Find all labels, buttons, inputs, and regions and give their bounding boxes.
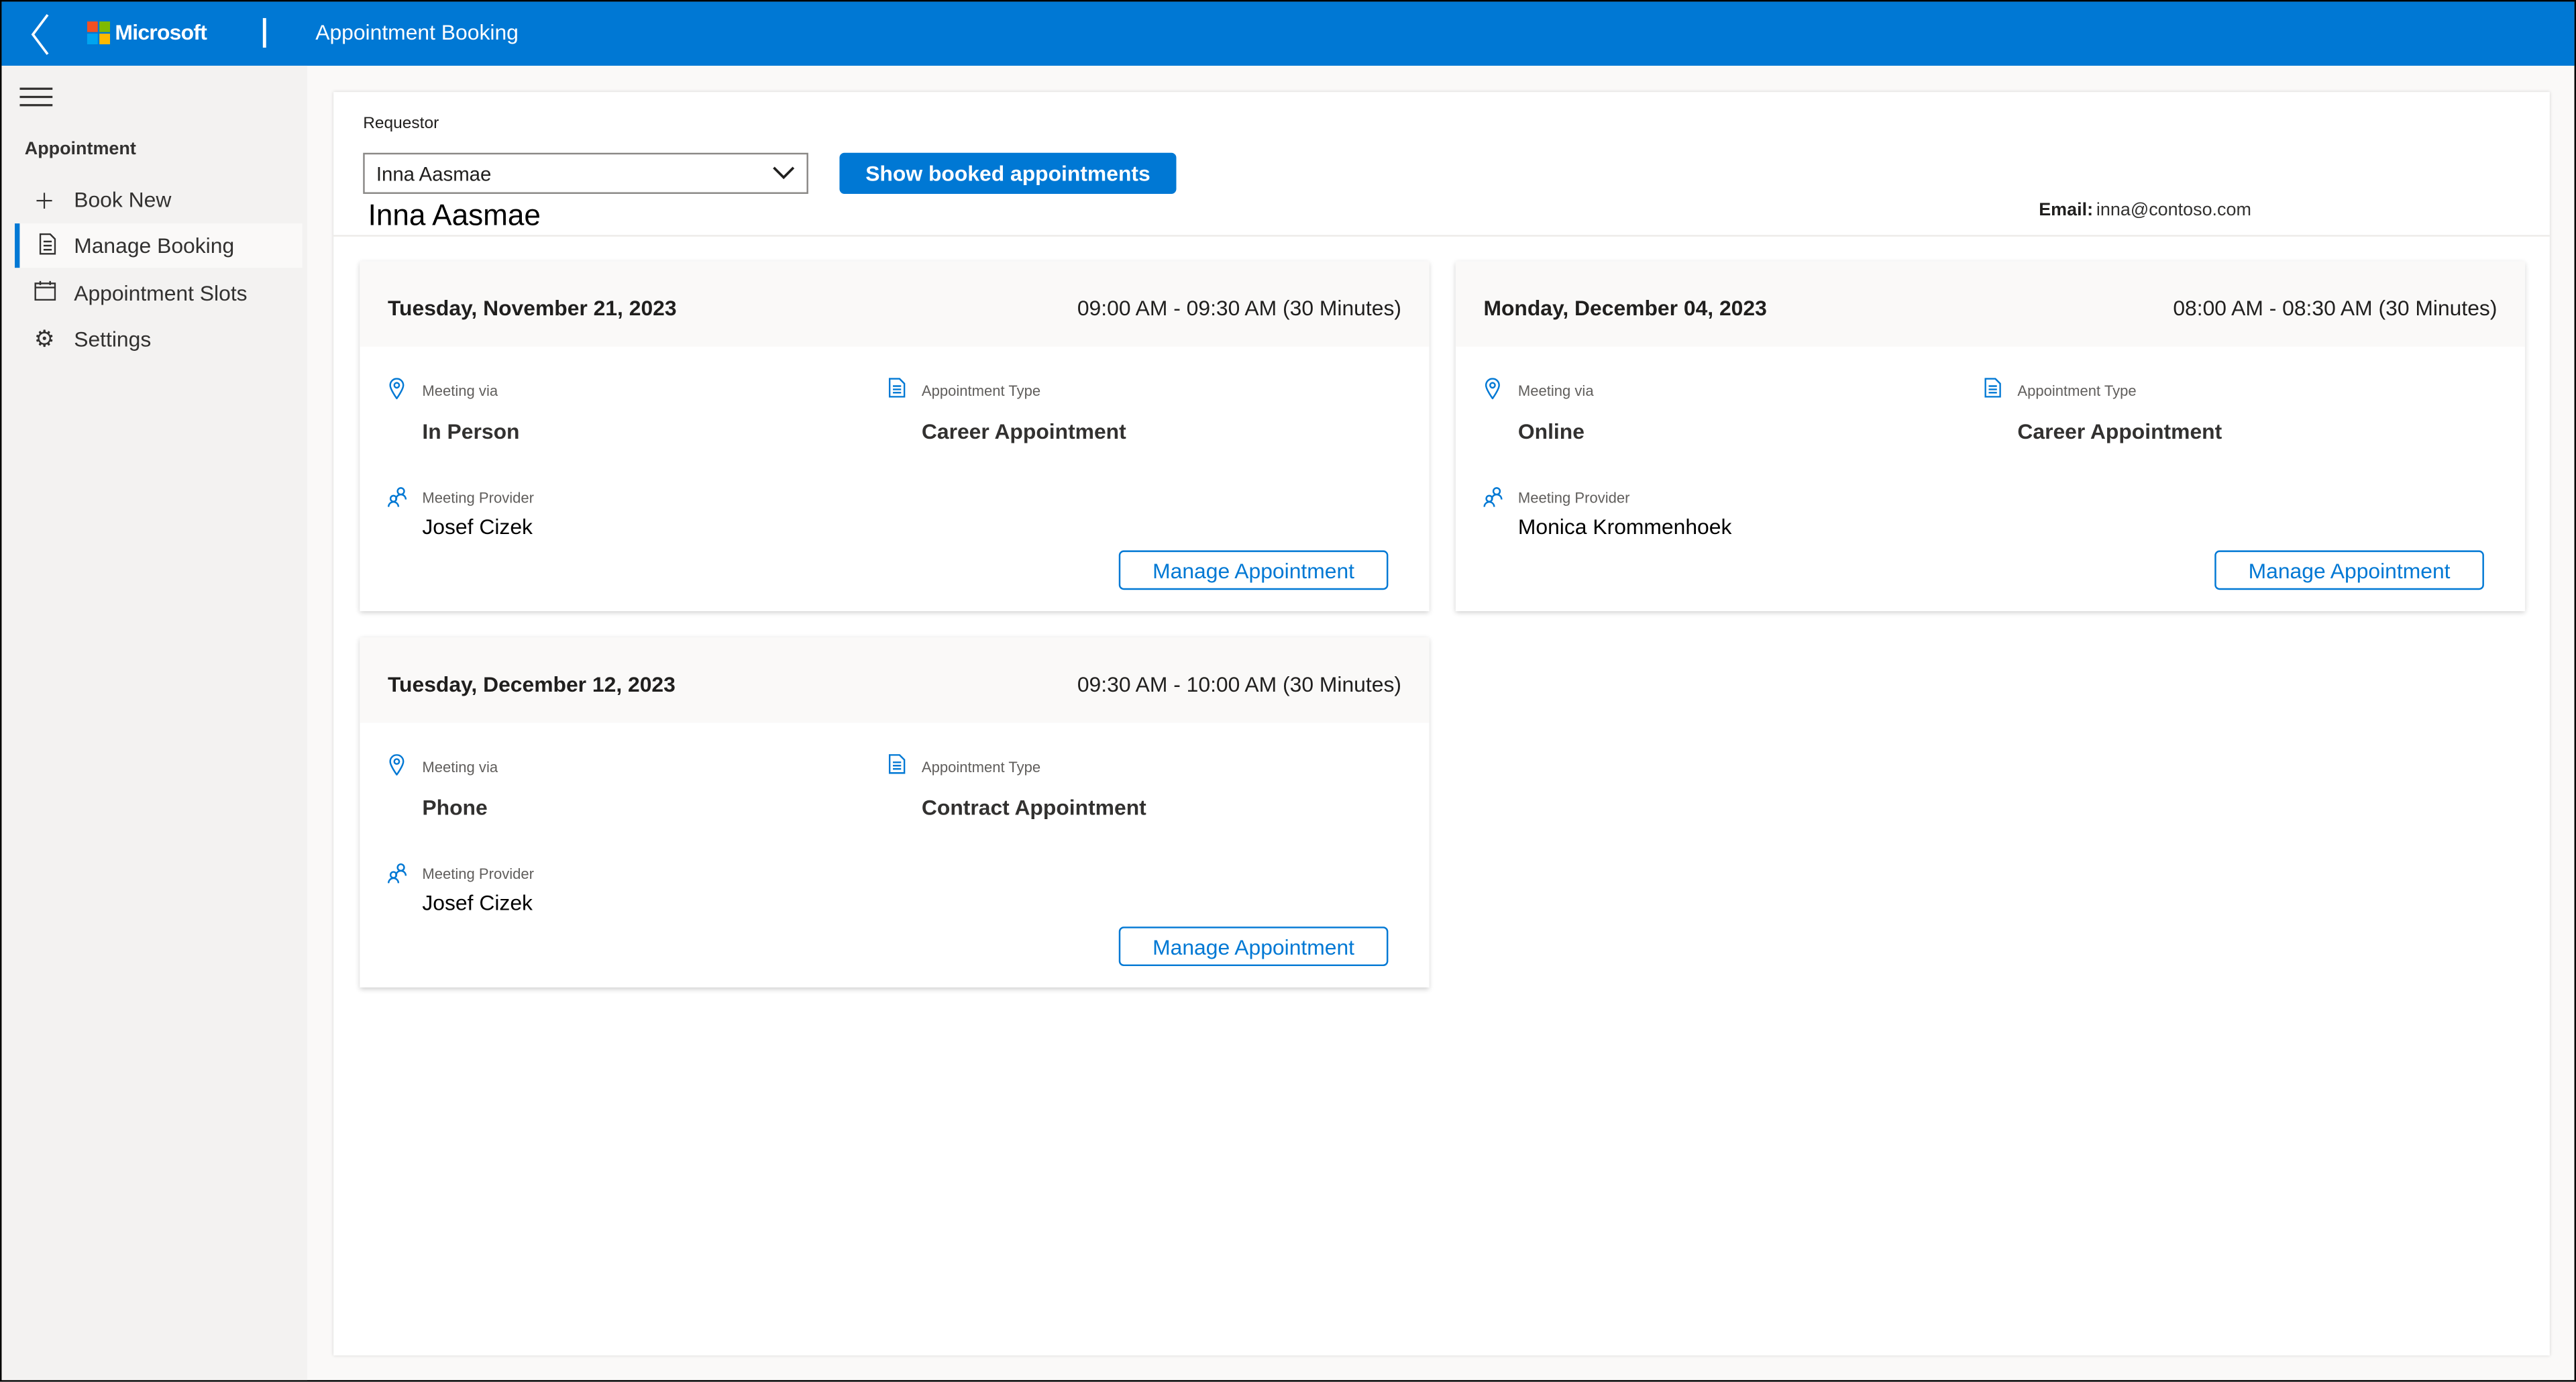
meeting-via-label: Meeting via bbox=[1517, 382, 1594, 400]
requestor-label: Requestor bbox=[363, 115, 439, 134]
sidebar-item-label: Book New bbox=[74, 187, 172, 212]
appointment-type-label: Appointment Type bbox=[921, 759, 1041, 776]
brand-name: Microsoft bbox=[115, 19, 207, 45]
meeting-via-label: Meeting via bbox=[422, 382, 498, 400]
sidebar-item-settings[interactable]: ⚙ Settings bbox=[15, 317, 303, 362]
appointment-time: 09:30 AM - 10:00 AM (30 Minutes) bbox=[1077, 672, 1401, 697]
sidebar-item-manage-booking[interactable]: Manage Booking bbox=[15, 223, 303, 268]
manage-appointment-button[interactable]: Manage Appointment bbox=[1118, 550, 1389, 590]
people-icon bbox=[387, 487, 407, 507]
meeting-via-label: Meeting via bbox=[422, 759, 498, 776]
requestor-name: Inna Aasmae bbox=[368, 199, 541, 232]
sidebar-item-label: Appointment Slots bbox=[74, 280, 248, 306]
meeting-provider-value: Josef Cizek bbox=[422, 514, 533, 539]
chevron-down-icon bbox=[773, 166, 795, 180]
document-icon bbox=[1984, 378, 2001, 398]
app-title: Appointment Booking bbox=[315, 19, 519, 45]
sidebar-item-label: Manage Booking bbox=[74, 233, 235, 258]
people-icon bbox=[1483, 487, 1503, 507]
meeting-via-value: Online bbox=[1517, 419, 1585, 444]
appointment-type-label: Appointment Type bbox=[2017, 382, 2137, 400]
appointment-time: 08:00 AM - 08:30 AM (30 Minutes) bbox=[2173, 295, 2498, 321]
document-icon bbox=[888, 754, 906, 774]
appointment-date: Monday, December 04, 2023 bbox=[1483, 295, 1767, 321]
appointment-card: Monday, December 04, 2023 08:00 AM - 08:… bbox=[1455, 261, 2526, 612]
requestor-selected-value: Inna Aasmae bbox=[376, 162, 492, 186]
microsoft-logo-icon bbox=[87, 21, 111, 45]
meeting-via-value: In Person bbox=[422, 419, 520, 444]
sidebar-item-label: Settings bbox=[74, 327, 152, 352]
sidebar-item-book-new[interactable]: ＋ Book New bbox=[15, 177, 303, 221]
appointment-time: 09:00 AM - 09:30 AM (30 Minutes) bbox=[1077, 295, 1401, 321]
gear-icon: ⚙ bbox=[34, 325, 55, 352]
hamburger-menu-icon[interactable] bbox=[19, 87, 53, 107]
show-booked-appointments-button[interactable]: Show booked appointments bbox=[839, 152, 1177, 194]
location-pin-icon bbox=[389, 754, 405, 776]
appointment-card: Tuesday, November 21, 2023 09:00 AM - 09… bbox=[360, 261, 1430, 612]
email-value: inna@contoso.com bbox=[2096, 200, 2251, 221]
location-pin-icon bbox=[1485, 378, 1500, 400]
divider bbox=[333, 235, 2550, 237]
meeting-provider-value: Monica Krommenhoek bbox=[1517, 514, 1732, 539]
email-label: Email: bbox=[2039, 200, 2094, 221]
appointment-type-value: Career Appointment bbox=[921, 419, 1126, 444]
sidebar-item-appointment-slots[interactable]: Appointment Slots bbox=[15, 271, 303, 315]
app-header: Microsoft Appointment Booking bbox=[1, 1, 2575, 66]
people-icon bbox=[387, 863, 407, 884]
meeting-provider-label: Meeting Provider bbox=[422, 489, 535, 507]
manage-appointment-button[interactable]: Manage Appointment bbox=[1118, 926, 1389, 967]
appointment-type-value: Contract Appointment bbox=[921, 795, 1146, 820]
document-icon bbox=[19, 232, 74, 259]
meeting-via-value: Phone bbox=[422, 795, 488, 820]
back-icon[interactable] bbox=[28, 13, 51, 56]
appointment-card: Tuesday, December 12, 2023 09:30 AM - 10… bbox=[360, 637, 1430, 988]
appointment-type-value: Career Appointment bbox=[2017, 419, 2222, 444]
appointment-type-label: Appointment Type bbox=[921, 382, 1041, 400]
calendar-icon bbox=[15, 280, 74, 306]
meeting-provider-value: Josef Cizek bbox=[422, 890, 533, 916]
header-divider bbox=[262, 17, 266, 48]
sidebar: Appointment ＋ Book New Manage Booking App… bbox=[1, 65, 307, 1381]
appointment-date: Tuesday, December 12, 2023 bbox=[387, 672, 676, 697]
meeting-provider-label: Meeting Provider bbox=[1517, 489, 1630, 507]
sidebar-section-title: Appointment bbox=[24, 140, 136, 160]
manage-appointment-button[interactable]: Manage Appointment bbox=[2214, 550, 2484, 590]
plus-icon: ＋ bbox=[34, 189, 56, 214]
document-icon bbox=[888, 378, 906, 398]
meeting-provider-label: Meeting Provider bbox=[422, 865, 535, 883]
requestor-dropdown[interactable]: Inna Aasmae bbox=[363, 152, 808, 194]
appointment-date: Tuesday, November 21, 2023 bbox=[387, 295, 677, 321]
location-pin-icon bbox=[389, 378, 405, 400]
